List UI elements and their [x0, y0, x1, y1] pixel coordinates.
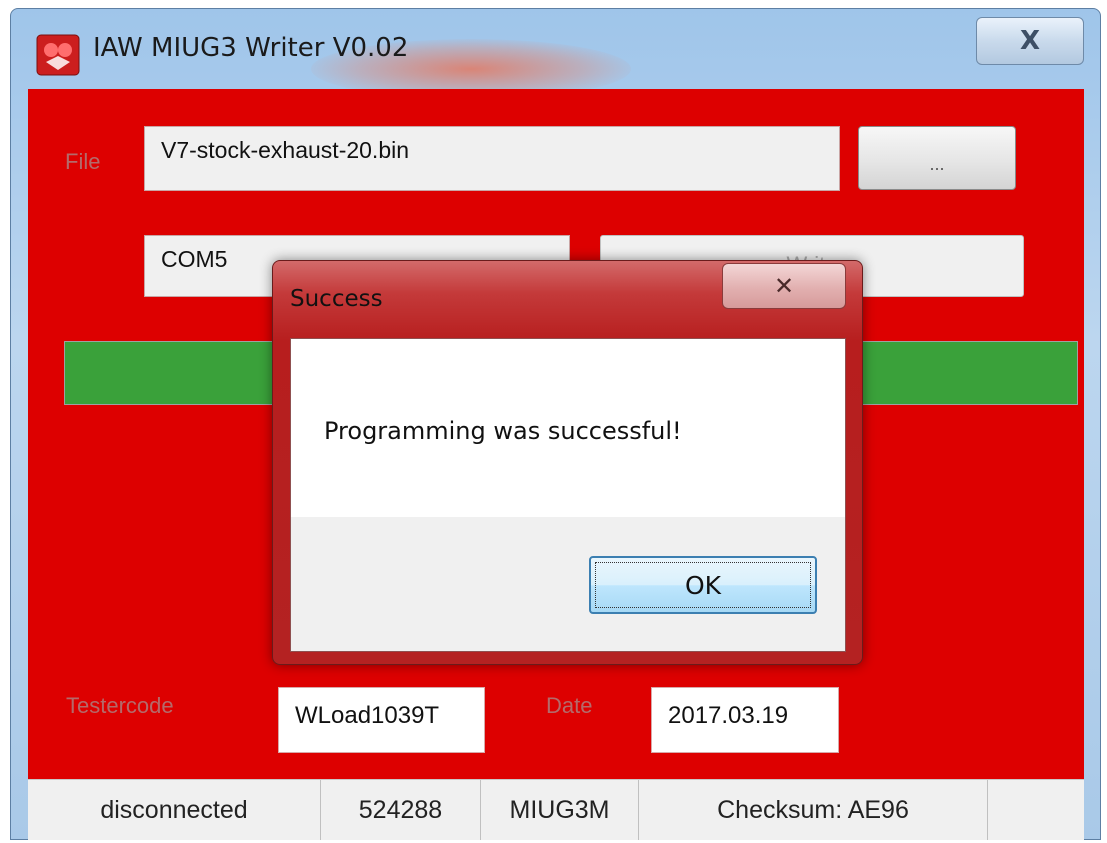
ok-button[interactable]: OK: [589, 556, 817, 614]
dialog-body: Programming was successful! OK: [290, 338, 846, 652]
window-title: IAW MIUG3 Writer V0.02: [93, 33, 409, 63]
app-icon: [36, 34, 80, 76]
status-connection: disconnected: [28, 780, 321, 840]
dialog-footer: OK: [291, 517, 845, 651]
success-dialog: Success ✕ Programming was successful! OK: [272, 260, 863, 665]
testercode-label: Testercode: [66, 693, 174, 718]
status-bar: disconnected 524288 MIUG3M Checksum: AE9…: [28, 779, 1084, 840]
status-file-size: 524288: [321, 780, 481, 840]
window-close-button[interactable]: X: [976, 17, 1084, 65]
date-label: Date: [546, 693, 593, 718]
browse-button[interactable]: ...: [858, 126, 1016, 190]
close-icon: X: [1019, 26, 1041, 56]
com-port-value: COM5: [161, 246, 228, 272]
status-checksum: Checksum: AE96: [639, 780, 988, 840]
close-icon: ✕: [773, 272, 795, 300]
file-label: File: [65, 149, 101, 174]
file-path-field[interactable]: V7-stock-exhaust-20.bin: [144, 126, 840, 191]
date-field[interactable]: 2017.03.19: [651, 687, 839, 753]
status-device: MIUG3M: [481, 780, 639, 840]
dialog-message: Programming was successful!: [324, 417, 682, 445]
dialog-title: Success: [290, 286, 383, 312]
testercode-field[interactable]: WLoad1039T: [278, 687, 485, 753]
status-empty-cell: [988, 780, 1084, 840]
title-bar: IAW MIUG3 Writer V0.02 X: [11, 9, 1100, 99]
dialog-close-button[interactable]: ✕: [722, 263, 846, 309]
